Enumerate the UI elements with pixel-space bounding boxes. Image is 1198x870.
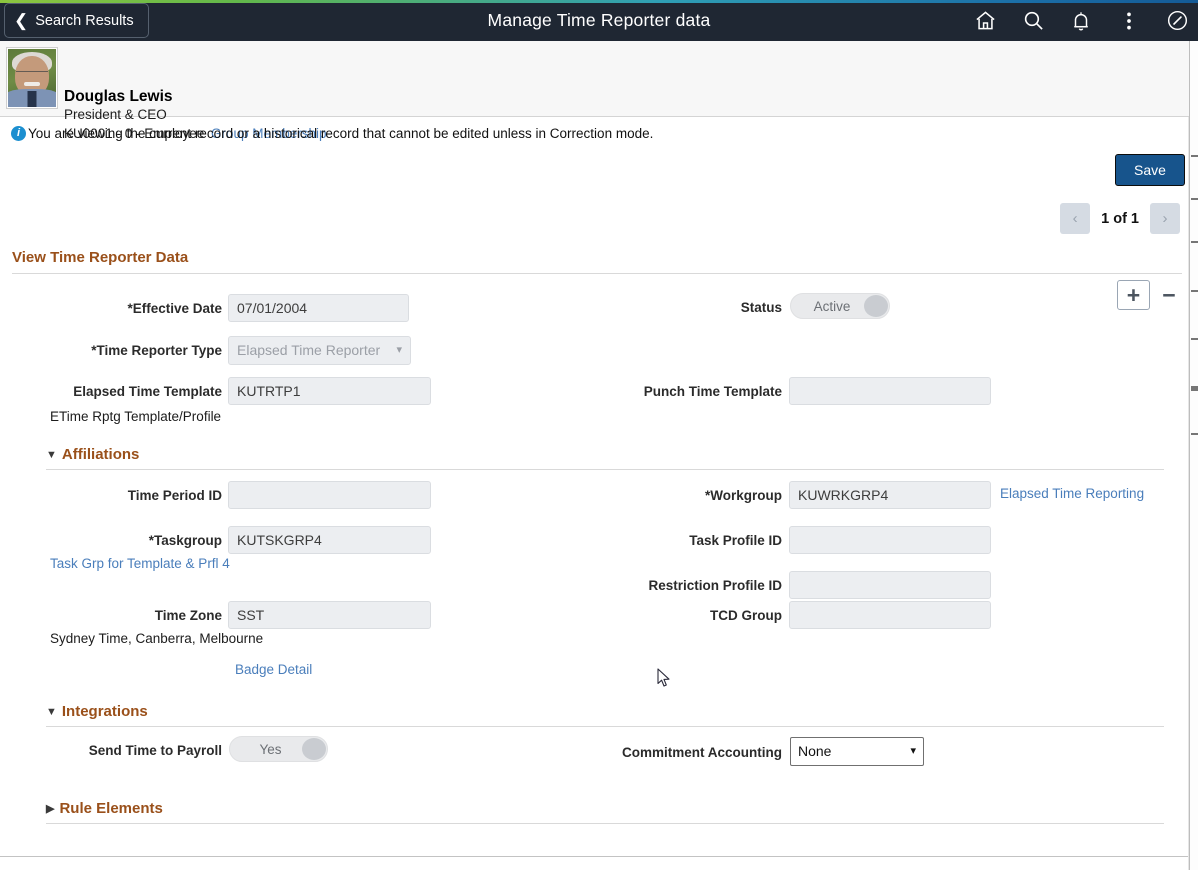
section-divider-integrations (46, 726, 1164, 727)
header-icon-group (972, 0, 1190, 41)
navbar-compass-icon[interactable] (1164, 8, 1190, 34)
app-page: Manage Time Reporter data ❮ Search Resul… (0, 0, 1198, 870)
avatar-mustache (24, 82, 40, 86)
time-reporter-type-select[interactable]: Elapsed Time Reporter ▾ (228, 336, 411, 365)
record-mode-message: i You are viewing the current record or … (0, 124, 1190, 148)
back-to-search-results-button[interactable]: ❮ Search Results (4, 3, 149, 38)
employee-summary-bar: Douglas Lewis President & CEO KU0001 - 0… (0, 41, 1198, 141)
commitment-accounting-value: None (798, 743, 832, 759)
collapsed-right-panel[interactable] (1189, 41, 1198, 870)
workgroup-field[interactable]: KUWRKGRP4 (789, 481, 991, 509)
section-title-affiliations: Affiliations (61, 446, 140, 463)
label-taskgroup: Taskgroup (60, 533, 222, 548)
label-restriction-profile-id: Restriction Profile ID (648, 578, 782, 593)
mouse-cursor (657, 668, 670, 687)
section-divider-rule-elements (46, 823, 1164, 824)
workgroup-description-link[interactable]: Elapsed Time Reporting (1000, 486, 1144, 501)
previous-row-button[interactable]: ‹ (1060, 203, 1091, 234)
label-time-zone: Time Zone (154, 608, 222, 623)
chevron-down-icon: ▾ (396, 344, 402, 356)
label-punch-time-template: Punch Time Template (643, 384, 782, 399)
top-accent-bar (0, 0, 1198, 3)
add-row-button[interactable]: + (1117, 280, 1150, 310)
info-icon: i (11, 126, 26, 141)
status-toggle[interactable]: Active (790, 293, 890, 319)
collapse-triangle-down-icon[interactable]: ▼ (46, 706, 57, 718)
page-bottom-fill (0, 857, 1190, 870)
app-header: Manage Time Reporter data ❮ Search Resul… (0, 0, 1198, 41)
task-profile-id-field[interactable] (789, 526, 991, 554)
employee-name: Douglas Lewis (64, 88, 173, 105)
label-task-profile-id: Task Profile ID (689, 533, 782, 548)
avatar-tie (27, 91, 37, 107)
delete-row-button[interactable]: − (1156, 280, 1182, 310)
label-tcd-group: TCD Group (710, 608, 782, 623)
effective-date-field[interactable]: 07/01/2004 (228, 294, 409, 322)
label-time-reporter-type: Time Reporter Type (60, 343, 222, 358)
collapse-triangle-down-icon[interactable]: ▼ (46, 449, 57, 461)
avatar-photo (8, 49, 56, 107)
time-zone-description: Sydney Time, Canberra, Melbourne (50, 631, 264, 646)
taskgroup-description-link[interactable]: Task Grp for Template & Prfl 4 (50, 556, 230, 571)
elapsed-time-template-field[interactable]: KUTRTP1 (228, 377, 431, 405)
row-count-label: 1 of 1 (1101, 210, 1139, 227)
avatar-glasses (16, 71, 48, 77)
label-effective-date: Effective Date (60, 301, 222, 316)
section-header-affiliations[interactable]: ▼ Affiliations (46, 446, 139, 463)
chevron-left-icon: ❮ (14, 11, 29, 30)
time-period-id-field[interactable] (228, 481, 431, 509)
commitment-accounting-select[interactable]: None ▾ (790, 737, 924, 766)
time-zone-field[interactable]: SST (228, 601, 431, 629)
actions-menu-icon[interactable] (1116, 8, 1142, 34)
save-button[interactable]: Save (1115, 154, 1185, 186)
taskgroup-field[interactable]: KUTSKGRP4 (228, 526, 431, 554)
section-title-view-time-reporter-data: View Time Reporter Data (12, 249, 189, 266)
avatar (6, 47, 58, 109)
status-toggle-knob (864, 295, 888, 317)
home-icon[interactable] (972, 8, 998, 34)
label-commitment-accounting: Commitment Accounting (622, 745, 782, 760)
section-title-rule-elements: Rule Elements (59, 800, 163, 817)
label-time-period-id: Time Period ID (127, 488, 222, 503)
search-icon[interactable] (1020, 8, 1046, 34)
back-button-label: Search Results (35, 12, 134, 29)
row-pager: ‹ 1 of 1 › (1060, 203, 1180, 234)
next-row-button[interactable]: › (1150, 203, 1180, 234)
section-divider-main (12, 273, 1182, 274)
expand-triangle-right-icon[interactable]: ▶ (46, 802, 54, 815)
restriction-profile-id-field[interactable] (789, 571, 991, 599)
badge-detail-link[interactable]: Badge Detail (235, 662, 312, 677)
section-title-integrations: Integrations (61, 703, 148, 720)
notifications-bell-icon[interactable] (1068, 8, 1094, 34)
tcd-group-field[interactable] (789, 601, 991, 629)
label-workgroup: Workgroup (620, 488, 782, 503)
punch-time-template-field[interactable] (789, 377, 991, 405)
label-status: Status (740, 300, 782, 315)
elapsed-time-template-description: ETime Rptg Template/Profile (50, 409, 222, 424)
section-divider-affiliations (46, 469, 1164, 470)
record-mode-message-text: You are viewing the current record or a … (28, 126, 654, 141)
employee-job-title: President & CEO (64, 107, 167, 122)
label-elapsed-time-template: Elapsed Time Template (73, 384, 222, 399)
section-header-integrations[interactable]: ▼ Integrations (46, 703, 148, 720)
label-send-time-to-payroll: Send Time to Payroll (88, 743, 222, 758)
time-reporter-type-value: Elapsed Time Reporter (237, 342, 381, 358)
send-time-to-payroll-toggle-knob (302, 738, 326, 760)
send-time-to-payroll-toggle[interactable]: Yes (229, 736, 328, 762)
chevron-down-icon: ▾ (910, 745, 916, 757)
section-header-rule-elements[interactable]: ▶ Rule Elements (46, 800, 163, 817)
